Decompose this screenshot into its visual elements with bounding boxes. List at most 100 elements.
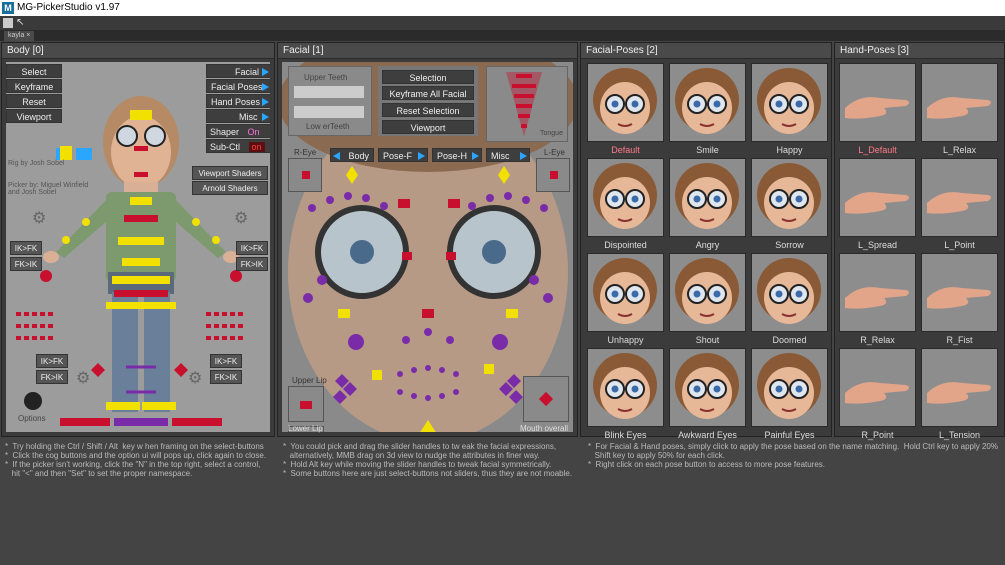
subctl-value: on <box>248 142 265 152</box>
arrow-right-icon <box>262 68 269 76</box>
select-button[interactable]: Select <box>6 64 62 78</box>
upper-lip-control[interactable] <box>288 386 324 422</box>
facial-pose-painful-eyes[interactable]: Painful Eyes <box>751 348 828 440</box>
facial-pose-shout[interactable]: Shout <box>669 253 746 345</box>
gear-icon[interactable]: ⚙ <box>234 208 248 228</box>
ikfk-label: IK>FK <box>14 244 38 253</box>
reset-button[interactable]: Reset <box>6 94 62 108</box>
keyframe-button[interactable]: Keyframe <box>6 79 62 93</box>
facial-notes: * You could pick and drag the slider han… <box>283 442 573 478</box>
facial-pose-doomed[interactable]: Doomed <box>751 253 828 345</box>
subctl-toggle[interactable]: Sub-Ctl on <box>206 139 270 153</box>
facial-pose-default[interactable]: Default <box>587 63 664 155</box>
hand-pose-label: R_Point <box>861 430 894 440</box>
shaper-toggle[interactable]: Shaper On <box>206 124 270 138</box>
hand-pose-r-point[interactable]: R_Point <box>839 348 916 440</box>
hand-thumbnail <box>840 254 915 331</box>
subctl-label: Sub-Ctl <box>210 142 241 152</box>
body-notes: * Try holding the Ctrl / Shift / Alt key… <box>5 442 267 478</box>
mouth-overall-handle[interactable] <box>538 391 554 407</box>
shaper-value: On <box>247 127 260 137</box>
viewport-button[interactable]: Viewport <box>6 109 62 123</box>
hand-pose-label: L_Spread <box>857 240 898 250</box>
hand-pose-label: L_Default <box>858 145 897 155</box>
options-icon[interactable] <box>24 392 42 410</box>
gear-icon[interactable]: ⚙ <box>32 208 46 228</box>
picker-icon[interactable] <box>3 18 13 28</box>
shaper-label: Shaper <box>210 127 240 137</box>
hand-pose-label: L_Relax <box>942 145 977 155</box>
facial-panel: Facial [1] Upper Teeth Low erTeeth Selec… <box>277 42 578 437</box>
keyframe-label: Keyframe <box>14 82 54 92</box>
hand-pose-l-relax[interactable]: L_Relax <box>921 63 998 155</box>
lower-lip-label: Lower Lip <box>288 424 323 433</box>
arrow-right-icon <box>262 98 269 106</box>
hand-thumbnail <box>840 64 915 141</box>
upper-lip-handle[interactable] <box>300 401 312 409</box>
viewport-label: Viewport <box>16 112 52 122</box>
gear-icon[interactable]: ⚙ <box>188 368 202 388</box>
facial-pose-sorrow[interactable]: Sorrow <box>751 158 828 250</box>
ikfk-left-leg-button[interactable]: IK>FK <box>36 354 68 368</box>
facial-poses-title: Facial-Poses [2] <box>581 43 831 59</box>
tab-kayla[interactable]: kayla × <box>4 31 35 41</box>
toolbar: ↖ <box>0 16 1005 30</box>
rig-credit: Rig by Josh Sobel <box>8 160 65 167</box>
hand-pose-l-default[interactable]: L_Default <box>839 63 916 155</box>
fkik-left-arm-button[interactable]: FK>IK <box>10 257 42 271</box>
fkik-right-arm-button[interactable]: FK>IK <box>236 257 268 271</box>
facial-pose-label: Blink Eyes <box>604 430 647 440</box>
facial-pose-label: Shout <box>695 335 720 345</box>
mouth-overall-control[interactable] <box>523 376 569 422</box>
select-label: Select <box>21 67 47 77</box>
hand-pose-r-relax[interactable]: R_Relax <box>839 253 916 345</box>
body-panel: Body [0] Select Keyframe Reset Viewport … <box>1 42 275 437</box>
arnold-shaders-button[interactable]: Arnold Shaders <box>192 181 268 195</box>
facial-pose-angry[interactable]: Angry <box>669 158 746 250</box>
hand-pose-r-fist[interactable]: R_Fist <box>921 253 998 345</box>
fkik-left-leg-button[interactable]: FK>IK <box>36 370 68 384</box>
options-label: Options <box>18 414 46 423</box>
facial-pose-smile[interactable]: Smile <box>669 63 746 155</box>
facial-pose-label: Dispointed <box>604 240 647 250</box>
facial-pose-blink-eyes[interactable]: Blink Eyes <box>587 348 664 440</box>
face-thumbnail <box>588 254 663 331</box>
hand-thumbnail <box>840 349 915 426</box>
title-bar: M MG-PickerStudio v1.97 <box>0 0 1005 16</box>
fkik-label: FK>IK <box>14 260 38 269</box>
hand-pose-l-tension[interactable]: L_Tension <box>921 348 998 440</box>
hand-poses-button[interactable]: Hand Poses <box>206 94 270 108</box>
gear-icon[interactable]: ⚙ <box>76 368 90 388</box>
hand-pose-l-point[interactable]: L_Point <box>921 158 998 250</box>
ikfk-right-leg-button[interactable]: IK>FK <box>210 354 242 368</box>
facial-pose-unhappy[interactable]: Unhappy <box>587 253 664 345</box>
misc-button[interactable]: Misc <box>206 109 270 123</box>
hand-pose-l-spread[interactable]: L_Spread <box>839 158 916 250</box>
ikfk-left-arm-button[interactable]: IK>FK <box>10 241 42 255</box>
cursor-icon[interactable]: ↖ <box>16 17 24 28</box>
window-title: MG-PickerStudio v1.97 <box>17 2 120 13</box>
arrow-right-icon <box>262 83 269 91</box>
facial-pose-label: Smile <box>696 145 719 155</box>
fkik-label: FK>IK <box>40 373 64 382</box>
facial-pose-dispointed[interactable]: Dispointed <box>587 158 664 250</box>
face-thumbnail <box>588 349 663 426</box>
tab-bar: kayla × <box>0 30 1005 41</box>
facial-button[interactable]: Facial <box>206 64 270 78</box>
ikfk-label: IK>FK <box>214 357 238 366</box>
facial-pose-awkward-eyes[interactable]: Awkward Eyes <box>669 348 746 440</box>
app-logo-icon: M <box>2 2 14 14</box>
facial-pose-label: Angry <box>695 240 720 250</box>
hand-poses-title: Hand-Poses [3] <box>835 43 1004 59</box>
hand-pose-label: L_Tension <box>938 430 981 440</box>
fkik-right-leg-button[interactable]: FK>IK <box>210 370 242 384</box>
body-panel-title: Body [0] <box>2 43 274 59</box>
viewport-shaders-label: Viewport Shaders <box>198 169 262 178</box>
reset-label: Reset <box>22 97 46 107</box>
facial-poses-button[interactable]: Facial Poses <box>206 79 270 93</box>
arnold-shaders-label: Arnold Shaders <box>202 184 258 193</box>
face-thumbnail <box>752 254 827 331</box>
facial-pose-happy[interactable]: Happy <box>751 63 828 155</box>
viewport-shaders-button[interactable]: Viewport Shaders <box>192 166 268 180</box>
ikfk-right-arm-button[interactable]: IK>FK <box>236 241 268 255</box>
